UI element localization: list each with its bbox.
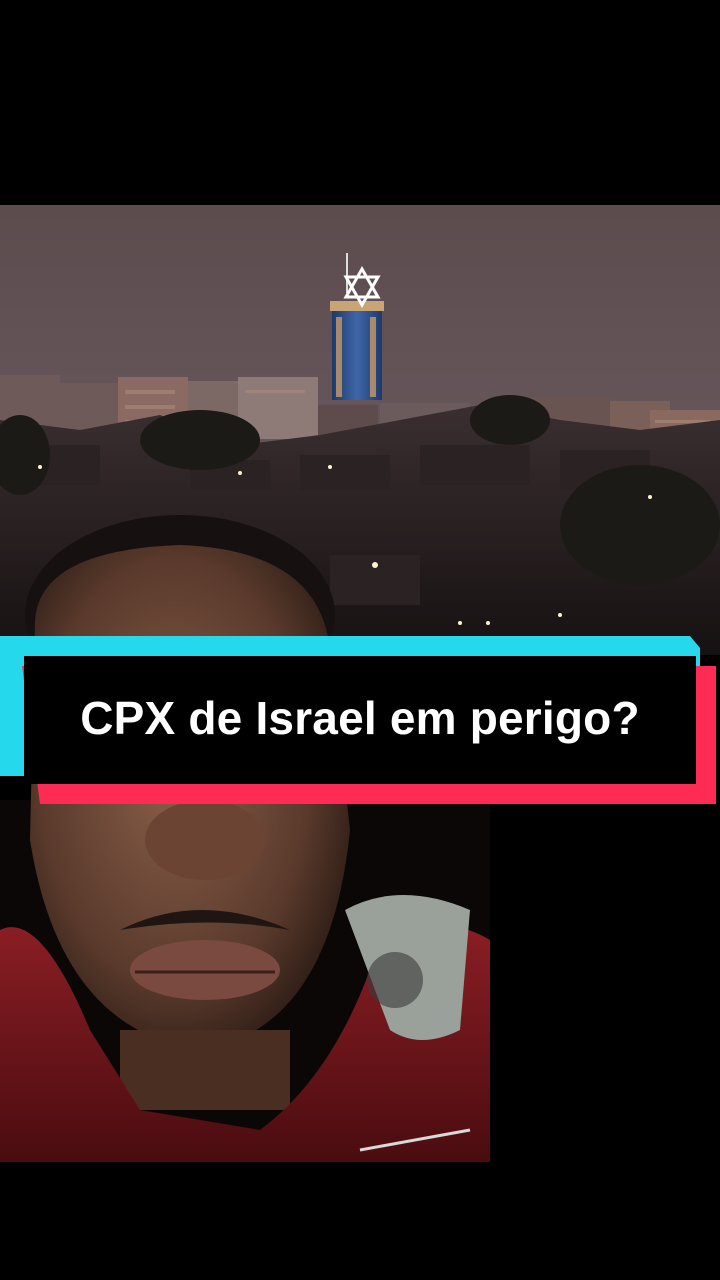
video-frame: CPX de Israel em perigo? bbox=[0, 0, 720, 1280]
caption-banner: CPX de Israel em perigo? bbox=[0, 636, 720, 808]
selfie-person-photo bbox=[0, 510, 490, 1162]
caption-title: CPX de Israel em perigo? bbox=[80, 692, 640, 744]
